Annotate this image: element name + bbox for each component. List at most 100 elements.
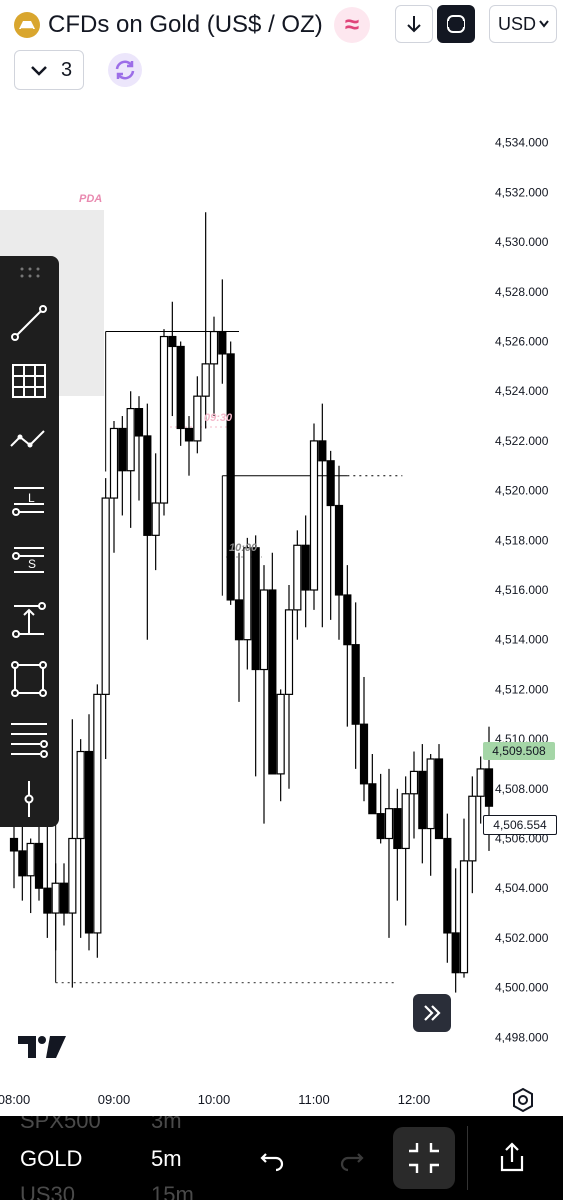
- compare-icon[interactable]: ≈: [334, 7, 370, 43]
- candle-body-down: [268, 589, 277, 775]
- candle: [409, 751, 419, 839]
- drag-handle-icon[interactable]: [18, 266, 42, 280]
- fib-retracement-tool[interactable]: [6, 716, 52, 762]
- symbol-picker-prev[interactable]: SPX500: [20, 1116, 101, 1134]
- share-icon[interactable]: [495, 1140, 529, 1174]
- candle-body-up: [476, 768, 485, 797]
- interval-select[interactable]: 3: [14, 50, 84, 90]
- candle-body-down: [234, 599, 244, 641]
- sync-button[interactable]: [108, 53, 142, 87]
- price-axis-label: 4,524.000: [495, 384, 549, 398]
- undo-icon[interactable]: [258, 1144, 288, 1174]
- price-axis-label: 4,502.000: [495, 931, 549, 945]
- candle-body-up: [284, 609, 294, 695]
- time-axis[interactable]: 08:00 09:00 10:00 11:00 12:00: [0, 1092, 430, 1107]
- interval-picker-next[interactable]: 15m: [151, 1182, 194, 1200]
- candle-body-up: [151, 502, 160, 536]
- arrow-down-icon: [407, 16, 421, 33]
- candle-body-up: [68, 837, 77, 914]
- currency-select[interactable]: USD: [489, 5, 557, 43]
- redo-icon[interactable]: [336, 1144, 366, 1174]
- chevron-down-icon: [31, 66, 47, 76]
- trend-line-tool[interactable]: [6, 300, 52, 346]
- path-tool[interactable]: [6, 416, 52, 462]
- price-axis-label: 4,504.000: [495, 881, 549, 895]
- candle-body-down: [143, 435, 152, 536]
- candle: [184, 416, 194, 476]
- candle: [51, 863, 60, 951]
- candle-body-up: [201, 363, 210, 397]
- symbol-title[interactable]: CFDs on Gold (US$ / OZ): [48, 8, 323, 42]
- tradingview-logo: [18, 1036, 66, 1058]
- trend-line-icon: [11, 305, 47, 341]
- candle: [434, 744, 444, 840]
- candle-body-up: [51, 882, 60, 914]
- symbol-picker-current[interactable]: GOLD: [20, 1146, 82, 1172]
- candle: [468, 776, 477, 894]
- price-axis-label: 4,526.000: [495, 335, 549, 349]
- candle: [109, 421, 119, 553]
- candle-body-up: [101, 497, 110, 695]
- candle: [476, 756, 485, 824]
- candle: [343, 565, 352, 727]
- price-axis[interactable]: 4,536.0004,534.0004,532.0004,530.0004,52…: [495, 86, 549, 1044]
- price-axis-label: 4,512.000: [495, 682, 549, 696]
- candle: [301, 515, 310, 628]
- collapse-icon: [409, 1143, 439, 1173]
- candle: [101, 478, 110, 759]
- session-label-0930: 09:30: [204, 412, 233, 424]
- symbol-picker-next[interactable]: US30: [20, 1182, 75, 1200]
- candle: [168, 301, 177, 417]
- candle: [451, 868, 460, 993]
- fib-grid-tool[interactable]: [6, 358, 52, 404]
- candle-body-up: [459, 860, 469, 974]
- candle: [159, 329, 169, 516]
- candle: [326, 450, 335, 620]
- price-axis-label: 4,522.000: [495, 434, 549, 448]
- price-tag-current: 4,506.554: [483, 815, 557, 835]
- settings-icon[interactable]: [510, 1087, 536, 1113]
- candle: [151, 453, 160, 571]
- short-position-tool[interactable]: S: [6, 536, 52, 582]
- candle: [93, 684, 102, 958]
- fit-screen-button[interactable]: [437, 5, 475, 43]
- candle-body-down: [443, 837, 452, 934]
- candle-body-down: [184, 427, 194, 442]
- candle: [76, 739, 85, 938]
- svg-text:L: L: [28, 491, 35, 505]
- candle-body-up: [26, 842, 35, 877]
- long-position-icon: L: [12, 487, 44, 516]
- vertical-line-tool[interactable]: [6, 776, 52, 822]
- candle-body-up: [243, 547, 252, 641]
- candle-body-up: [309, 440, 319, 591]
- interval-picker-current[interactable]: 5m: [151, 1146, 182, 1172]
- price-axis-label: 4,508.000: [495, 782, 549, 796]
- arrow-down-button[interactable]: [395, 5, 433, 43]
- long-position-tool[interactable]: L: [6, 476, 52, 522]
- divider: [467, 1126, 468, 1190]
- candle: [26, 838, 35, 914]
- candle-body-up: [426, 758, 435, 830]
- candle-body-up: [259, 589, 269, 671]
- candle: [268, 552, 277, 775]
- price-range-tool[interactable]: [6, 596, 52, 642]
- interval-picker-prev[interactable]: 3m: [151, 1116, 182, 1134]
- candle: [134, 396, 144, 501]
- svg-text:S: S: [28, 557, 36, 571]
- candle-body-up: [276, 693, 285, 775]
- candle: [176, 341, 185, 446]
- exit-fullscreen-button[interactable]: [393, 1127, 455, 1189]
- candle: [193, 376, 202, 454]
- candle: [201, 212, 210, 429]
- rectangle-tool[interactable]: [6, 656, 52, 702]
- price-axis-label: 4,528.000: [495, 285, 549, 299]
- candle-body-down: [43, 887, 52, 914]
- price-chart[interactable]: PDA 09:30 10:00 4,536.0004,534.0004,532.…: [0, 0, 563, 1116]
- session-label-1000: 10:00: [229, 542, 258, 554]
- scroll-to-realtime-button[interactable]: [413, 994, 451, 1032]
- candle-body-down: [393, 808, 402, 850]
- candle-body-down: [368, 783, 377, 815]
- candle-body-up: [409, 770, 419, 795]
- candle: [368, 754, 377, 815]
- time-axis-label: 08:00: [0, 1092, 30, 1107]
